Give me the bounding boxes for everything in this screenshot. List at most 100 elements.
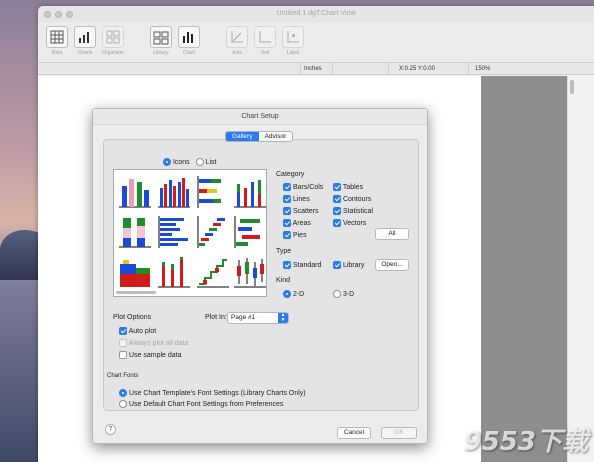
standard-checkbox[interactable] [283,261,291,269]
cancel-button[interactable]: Cancel [337,427,371,439]
toolbar-axis-label: Axis [232,50,242,56]
auto-plot-option[interactable]: Auto plot [119,327,156,335]
label-icon [282,26,304,48]
vertical-scrollbar[interactable] [567,76,594,462]
scatters-checkbox[interactable] [283,207,291,215]
font-default-label: Use Default Chart Font Settings from Pre… [128,400,284,408]
library-checkbox[interactable] [333,261,341,269]
plot-in-select[interactable]: Page #1 ▲ ▼ [227,312,289,324]
always-plot-option: Always plot all data [119,339,188,347]
chart-thumb-range-bar[interactable] [232,214,268,250]
sample-data-option[interactable]: Use sample data [119,351,181,359]
always-plot-label: Always plot all data [128,339,189,347]
chart-thumb-candlestick[interactable] [232,254,268,290]
toolbar-organizer-button[interactable]: Organizer [100,26,126,56]
help-button[interactable]: ? [105,424,116,435]
kind-heading: Kind [276,277,291,284]
chart-thumb-column[interactable] [117,174,153,210]
chart-thumb-percent-column[interactable] [117,214,153,250]
type-library[interactable]: Library [333,261,364,269]
3d-radio[interactable] [333,290,341,298]
bars-cols-checkbox[interactable] [283,183,291,191]
contours-checkbox[interactable] [333,195,341,203]
kind-2d[interactable]: 2-D [283,290,304,298]
chart-thumb-grouped-column[interactable] [156,174,192,210]
font-option-template[interactable]: Use Chart Template's Font Settings (Libr… [119,389,306,397]
kind-3d[interactable]: 3-D [333,290,354,298]
plot-in-label: Plot In: [205,314,227,321]
font-template-radio[interactable] [119,389,127,397]
chart-thumb-horizontal-bar[interactable] [156,214,192,250]
areas-checkbox[interactable] [283,219,291,227]
vectors-checkbox[interactable] [333,219,341,227]
statistical-label: Statistical [342,207,373,215]
toolbar-library-button[interactable]: Library [148,26,174,56]
chart-gallery[interactable] [113,169,267,297]
category-tables[interactable]: Tables [333,183,363,191]
chart-thumb-high-low[interactable] [156,254,192,290]
font-default-radio[interactable] [119,400,127,408]
toolbar-text-button[interactable]: Text [252,26,278,56]
units-readout: Inches [300,63,332,75]
open-button[interactable]: Open... [375,259,409,271]
chart-thumb-step-bar[interactable] [195,214,231,250]
category-areas[interactable]: Areas [283,219,311,227]
list-radio[interactable] [195,158,204,166]
bars-cols-label: Bars/Cols [292,183,324,191]
2d-label: 2-D [292,290,305,298]
font-template-label: Use Chart Template's Font Settings (Libr… [128,389,306,397]
toolbar-label-button[interactable]: Label [280,26,306,56]
toolbar-text-label: Text [260,50,270,56]
watermark-logo: 9553下载 [463,427,588,457]
pasteboard-area [481,76,567,462]
chart-thumb-step-line[interactable] [195,254,231,290]
status-empty-segment [332,63,388,75]
statistical-checkbox[interactable] [333,207,341,215]
toolbar-chart-label: Chart [182,50,196,56]
category-bars-cols[interactable]: Bars/Cols [283,183,323,191]
tables-label: Tables [342,183,364,191]
toolbar-data-button[interactable]: Data [44,26,70,56]
popup-arrows-icon: ▲ ▼ [278,313,288,323]
category-pies[interactable]: Pies [283,231,307,239]
zoom-readout: 150% [468,63,508,75]
icons-radio-label: Icons [172,158,190,166]
ok-button[interactable]: OK [381,427,417,439]
toolbar-axis-button[interactable]: Axis [224,26,250,56]
font-option-default[interactable]: Use Default Chart Font Settings from Pre… [119,400,283,408]
chart-fonts-heading: Chart Fonts [107,373,139,379]
standard-label: Standard [292,261,322,269]
category-statistical[interactable]: Statistical [333,207,373,215]
toolbar-data-label: Data [51,50,63,56]
sample-data-checkbox[interactable] [119,351,127,359]
tables-checkbox[interactable] [333,183,341,191]
auto-plot-checkbox[interactable] [119,327,127,335]
gallery-scrollbar[interactable] [116,291,156,294]
toolbar-label-label: Label [286,50,300,56]
tab-switcher: Gallery Advisor [225,131,294,142]
2d-radio[interactable] [283,290,291,298]
icons-radio[interactable] [163,158,171,166]
toolbar-chart-button[interactable]: Chart [176,26,202,56]
lines-checkbox[interactable] [283,195,291,203]
toolbar-charts-label: Charts [77,50,93,56]
chart-thumb-3d-area[interactable] [117,254,153,290]
scroll-thumb[interactable] [570,80,574,94]
chart-thumb-stacked-column[interactable] [232,174,268,210]
status-bar: Inches X:0.25 Y:0.00 150% [38,62,594,75]
all-button[interactable]: All [375,228,409,240]
chart-thumb-floating-bar[interactable] [195,174,231,210]
category-heading: Category [276,171,305,178]
category-vectors[interactable]: Vectors [333,219,366,227]
category-lines[interactable]: Lines [283,195,310,203]
category-scatters[interactable]: Scatters [283,207,319,215]
pies-checkbox[interactable] [283,231,291,239]
organizer-icon [102,26,124,48]
areas-label: Areas [292,219,311,227]
toolbar-charts-button[interactable]: Charts [72,26,98,56]
tab-advisor[interactable]: Advisor [258,132,293,141]
3d-label: 3-D [342,290,355,298]
type-standard[interactable]: Standard [283,261,321,269]
category-contours[interactable]: Contours [333,195,371,203]
tab-gallery[interactable]: Gallery [226,132,259,141]
